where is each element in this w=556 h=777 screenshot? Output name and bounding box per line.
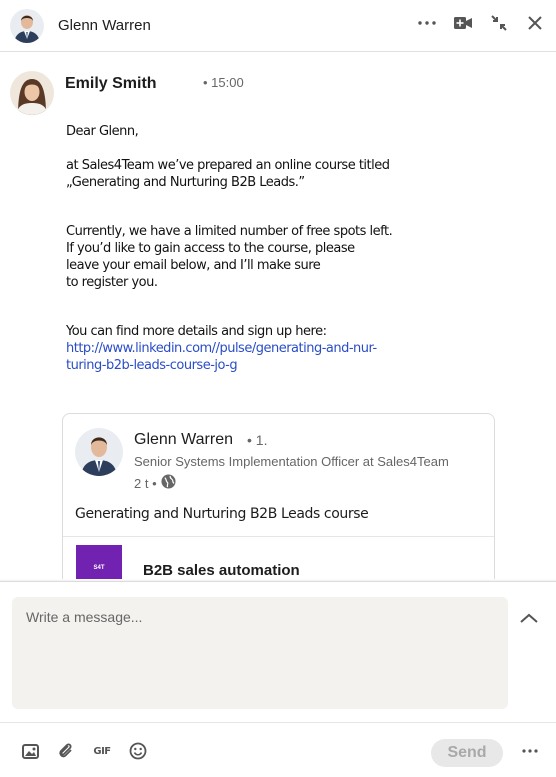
message-link[interactable]: http://www.linkedin.com//pulse/generatin…	[66, 340, 466, 374]
article-title[interactable]: B2B sales automation	[143, 562, 300, 579]
post-age: 2 t •	[134, 475, 157, 491]
emoji-icon[interactable]	[127, 740, 149, 762]
attachment-icon[interactable]	[55, 740, 77, 762]
more-options-icon[interactable]	[519, 740, 541, 762]
post-meta: 2 t •	[134, 474, 176, 492]
message-line: to register you.	[66, 275, 158, 290]
minimize-icon[interactable]	[488, 12, 510, 34]
message-line: leave your email below, and I’ll make su…	[66, 258, 321, 273]
message-thread[interactable]: Emily Smith • 15:00 Dear Glenn, at Sales…	[0, 53, 556, 581]
message-body: Dear Glenn, at Sales4Team we’ve prepared…	[66, 123, 466, 374]
glenn-avatar[interactable]	[10, 9, 44, 43]
shared-post-card[interactable]: Glenn Warren • 1. Senior Systems Impleme…	[62, 413, 495, 581]
message-sender[interactable]: Emily Smith	[65, 75, 157, 93]
image-icon[interactable]	[19, 740, 41, 762]
close-icon[interactable]	[524, 12, 546, 34]
message-line: You can find more details and sign up he…	[66, 324, 327, 339]
globe-icon	[161, 474, 176, 492]
video-call-icon[interactable]	[452, 12, 474, 34]
message-line: Currently, we have a limited number of f…	[66, 224, 393, 239]
post-author-avatar[interactable]	[75, 428, 123, 476]
post-author-name[interactable]: Glenn Warren	[134, 431, 233, 449]
toolbar-divider	[0, 722, 556, 723]
gif-label: GIF	[93, 745, 111, 757]
post-author-headline: Senior Systems Implementation Officer at…	[134, 454, 449, 469]
message-composer: GIF Send	[0, 581, 556, 777]
message-input[interactable]	[12, 597, 508, 709]
more-icon[interactable]	[416, 12, 438, 34]
article-thumbnail[interactable]: S4T	[76, 545, 122, 581]
message-line: If you’d like to gain access to the cour…	[66, 241, 355, 256]
conversation-header: Glenn Warren	[0, 0, 556, 52]
post-text: Generating and Nurturing B2B Leads cours…	[75, 506, 369, 522]
link-line-1[interactable]: http://www.linkedin.com//pulse/generatin…	[66, 341, 377, 356]
message-timestamp: • 15:00	[203, 75, 244, 90]
gif-icon[interactable]: GIF	[91, 740, 113, 762]
connection-degree: • 1.	[247, 432, 268, 448]
link-line-2[interactable]: turing-b2b-leads-course-jo-g	[66, 358, 238, 373]
card-divider	[63, 536, 494, 537]
message-line: Dear Glenn,	[66, 124, 139, 139]
send-button[interactable]: Send	[431, 739, 503, 767]
chevron-up-icon[interactable]	[520, 610, 542, 626]
emily-avatar[interactable]	[10, 71, 54, 115]
conversation-title[interactable]: Glenn Warren	[58, 17, 151, 34]
message-line: „Generating and Nurturing B2B Leads.”	[66, 175, 305, 190]
message-line: at Sales4Team we’ve prepared an online c…	[66, 158, 390, 173]
